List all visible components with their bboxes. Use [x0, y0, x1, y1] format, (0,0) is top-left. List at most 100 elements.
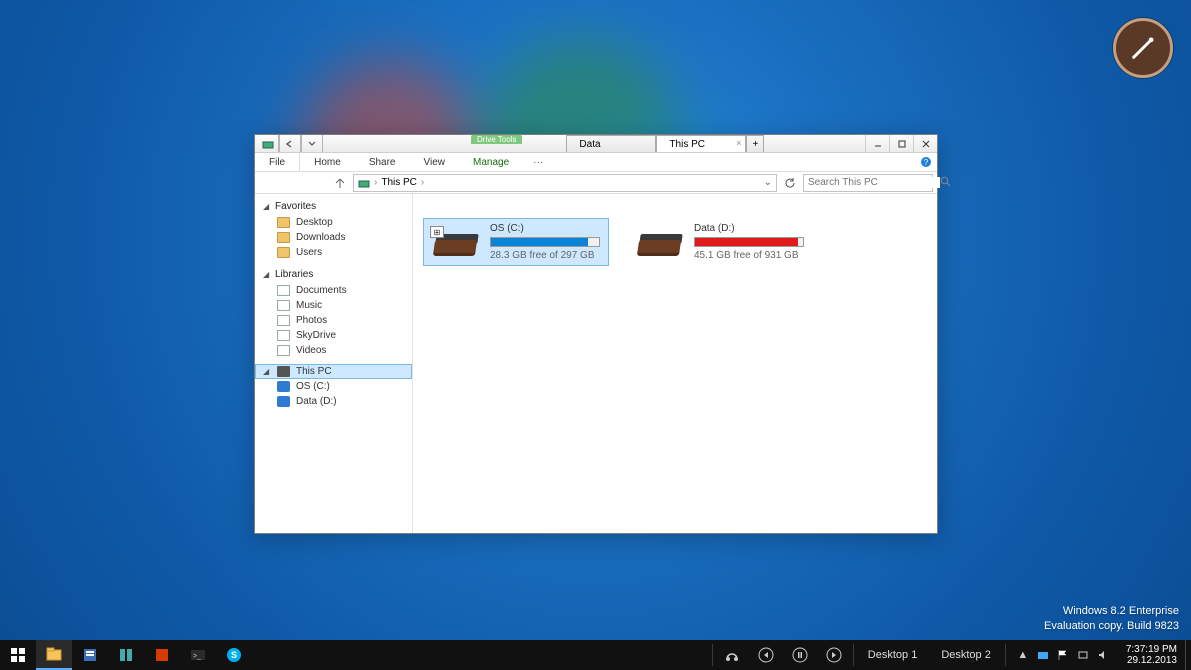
media-prev-icon[interactable]	[749, 640, 783, 670]
watermark: Windows 8.2 Enterprise Evaluation copy. …	[1044, 604, 1179, 634]
drive-tile-data-d[interactable]: Data (D:) 45.1 GB free of 931 GB	[627, 218, 813, 266]
nav-item-music[interactable]: Music	[255, 298, 412, 313]
nav-item-desktop[interactable]: Desktop	[255, 215, 412, 230]
taskbar-terminal[interactable]: >_	[180, 640, 216, 670]
nav-item-skydrive[interactable]: SkyDrive	[255, 328, 412, 343]
qat-back[interactable]	[279, 135, 301, 152]
usage-bar	[490, 237, 600, 247]
svg-text:>_: >_	[193, 653, 201, 660]
search-input[interactable]	[808, 177, 940, 188]
nav-item-documents[interactable]: Documents	[255, 283, 412, 298]
tray-network-icon[interactable]	[1076, 648, 1090, 662]
address-bar[interactable]: › This PC › ⌄	[353, 174, 777, 192]
nav-item-downloads[interactable]: Downloads	[255, 230, 412, 245]
qat-icon[interactable]	[257, 135, 279, 152]
up-button[interactable]	[331, 174, 349, 192]
tray-volume-icon[interactable]	[1096, 648, 1110, 662]
cloud-icon	[277, 330, 290, 341]
nav-group-libraries[interactable]: ◢Libraries	[255, 266, 412, 283]
nav-item-drive-d[interactable]: Data (D:)	[255, 394, 412, 409]
brush-launcher[interactable]	[1113, 18, 1173, 78]
tray-chevron-up-icon[interactable]: ▲	[1016, 648, 1030, 662]
photos-icon	[277, 315, 290, 326]
folder-icon	[277, 232, 290, 243]
taskbar: >_ S Desktop 1 Desktop 2 ▲ 7:37:19 PM 29…	[0, 640, 1191, 670]
watermark-line2: Evaluation copy. Build 9823	[1044, 619, 1179, 634]
taskbar-office[interactable]	[144, 640, 180, 670]
folder-icon	[277, 217, 290, 228]
tray-icon[interactable]	[1036, 648, 1050, 662]
system-tray[interactable]: ▲	[1008, 640, 1118, 670]
taskbar-divider	[712, 644, 713, 666]
nav-group-this-pc[interactable]: ◢This PC	[255, 364, 412, 379]
explorer-window: Drive Tools Data This PC × + File Home S…	[254, 134, 938, 534]
windows-badge-icon: ⊞	[430, 226, 444, 238]
tab-this-pc[interactable]: This PC ×	[656, 135, 746, 152]
nav-item-drive-c[interactable]: OS (C:)	[255, 379, 412, 394]
ribbon-file[interactable]: File	[255, 153, 300, 171]
chevron-right-icon[interactable]: ›	[421, 177, 424, 188]
tab-label: Data	[579, 139, 600, 150]
tab-data[interactable]: Data	[566, 135, 656, 152]
breadcrumb-icon[interactable]	[358, 178, 370, 188]
ribbon-home[interactable]: Home	[300, 153, 355, 171]
taskbar-skype[interactable]: S	[216, 640, 252, 670]
address-dropdown-icon[interactable]: ⌄	[764, 177, 772, 188]
content-pane[interactable]: ⊞ OS (C:) 28.3 GB free of 297 GB Data (D…	[413, 194, 937, 533]
drive-meta: OS (C:) 28.3 GB free of 297 GB	[490, 223, 600, 261]
desktop-switch-1[interactable]: Desktop 1	[856, 640, 930, 670]
taskbar-app-1[interactable]	[72, 640, 108, 670]
close-tab-icon[interactable]: ×	[736, 138, 741, 148]
document-icon	[277, 285, 290, 296]
context-label: Drive Tools	[471, 135, 522, 144]
desktop-switch-2[interactable]: Desktop 2	[929, 640, 1003, 670]
maximize-button[interactable]	[889, 135, 913, 152]
drive-free-text: 45.1 GB free of 931 GB	[694, 250, 804, 261]
drive-icon	[634, 226, 684, 258]
ribbon-tabs: File Home Share View Manage ··· ?	[255, 153, 937, 172]
music-icon	[277, 300, 290, 311]
close-button[interactable]	[913, 135, 937, 152]
minimize-button[interactable]	[865, 135, 889, 152]
ribbon-share[interactable]: Share	[355, 153, 410, 171]
svg-text:?: ?	[924, 158, 929, 167]
ribbon-expand[interactable]: ···	[527, 153, 549, 171]
search-icon[interactable]	[940, 176, 951, 190]
watermark-line1: Windows 8.2 Enterprise	[1044, 604, 1179, 619]
address-bar-row: › This PC › ⌄	[255, 172, 937, 194]
media-pause-icon[interactable]	[783, 640, 817, 670]
refresh-button[interactable]	[781, 174, 799, 192]
taskbar-divider	[853, 644, 854, 666]
folder-icon	[277, 247, 290, 258]
nav-item-photos[interactable]: Photos	[255, 313, 412, 328]
clock-time: 7:37:19 PM	[1126, 644, 1177, 656]
taskbar-clock[interactable]: 7:37:19 PM 29.12.2013	[1118, 640, 1185, 670]
video-icon	[277, 345, 290, 356]
nav-group-favorites[interactable]: ◢Favorites	[255, 198, 412, 215]
qat-dropdown[interactable]	[301, 135, 323, 152]
taskbar-app-2[interactable]	[108, 640, 144, 670]
nav-item-users[interactable]: Users	[255, 245, 412, 260]
help-icon[interactable]: ?	[915, 153, 937, 171]
breadcrumb-this-pc[interactable]: This PC	[381, 177, 417, 188]
drive-icon	[277, 396, 290, 407]
chevron-right-icon[interactable]: ›	[374, 177, 377, 188]
taskbar-explorer[interactable]	[36, 640, 72, 670]
titlebar: Drive Tools Data This PC × +	[255, 135, 937, 153]
start-button[interactable]	[0, 640, 36, 670]
tray-flag-icon[interactable]	[1056, 648, 1070, 662]
explorer-body: ◢Favorites Desktop Downloads Users ◢Libr…	[255, 194, 937, 533]
drive-tile-os-c[interactable]: ⊞ OS (C:) 28.3 GB free of 297 GB	[423, 218, 609, 266]
window-controls	[865, 135, 937, 152]
pc-icon	[277, 366, 290, 377]
ribbon-manage[interactable]: Manage	[459, 153, 523, 171]
new-tab-button[interactable]: +	[746, 135, 764, 152]
search-box[interactable]	[803, 174, 933, 192]
nav-item-videos[interactable]: Videos	[255, 343, 412, 358]
drive-name: OS (C:)	[490, 223, 600, 234]
ribbon-view[interactable]: View	[410, 153, 460, 171]
media-audio-icon[interactable]	[715, 640, 749, 670]
show-desktop-button[interactable]	[1185, 640, 1191, 670]
svg-text:S: S	[231, 650, 237, 660]
media-next-icon[interactable]	[817, 640, 851, 670]
